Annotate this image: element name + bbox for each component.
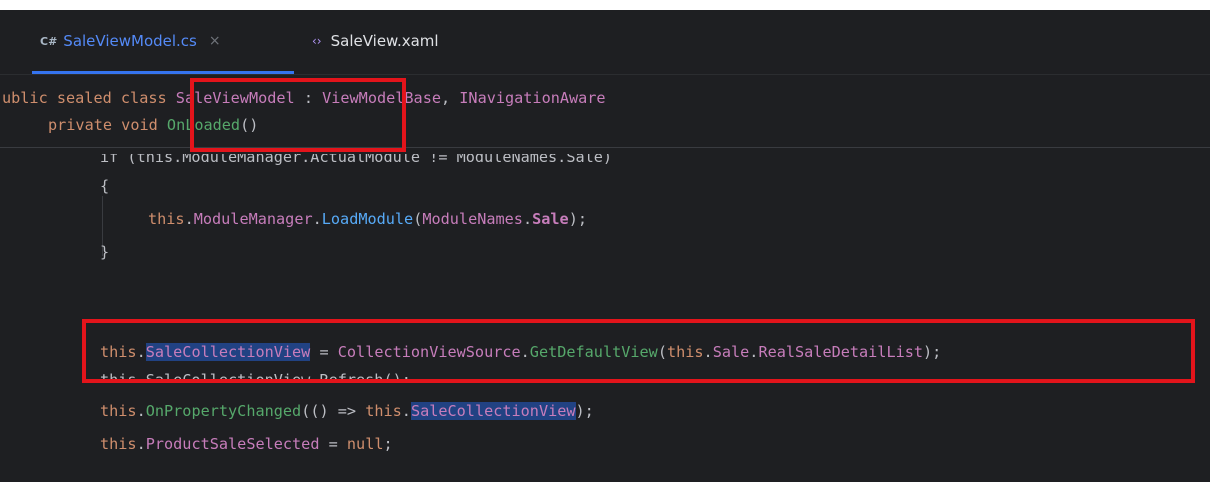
dot: . [184, 210, 194, 228]
method-name: GetDefaultView [529, 343, 658, 361]
keyword: sealed [56, 89, 112, 107]
method-name: OnLoaded [166, 116, 241, 134]
base-class-name: ViewModelBase [322, 89, 441, 107]
code-line-close-brace[interactable]: } [100, 243, 109, 261]
paren: ( [413, 210, 423, 228]
code-line-open-brace[interactable]: { [100, 177, 109, 195]
keyword: cl [120, 89, 140, 107]
argument-member: Sale [532, 210, 569, 228]
csharp-file-icon: C# [40, 35, 58, 48]
code-editor[interactable]: C# SaleViewModel.cs × ‹› SaleView.xaml u… [0, 10, 1210, 482]
sticky-line-method-declaration[interactable]: private void OnLoaded() [48, 116, 258, 134]
code-line-property-changed[interactable]: this.OnPropertyChanged(() => this.SaleCo… [100, 402, 594, 420]
this-keyword: this [148, 210, 185, 228]
member-name: SaleCollectionView [145, 343, 311, 361]
this-keyword: this [100, 343, 137, 361]
paren: ); [568, 210, 587, 228]
keyword: ublic [2, 89, 48, 107]
this-keyword: this [666, 343, 704, 361]
dot: . [703, 343, 713, 361]
argument-member: RealSaleDetailList [758, 343, 924, 361]
dot: . [136, 435, 146, 453]
dot: . [522, 210, 533, 228]
dot: . [520, 343, 530, 361]
operator: = [310, 343, 338, 361]
argument-name: ModuleNames [422, 210, 523, 228]
this-keyword: this [100, 435, 137, 453]
xaml-file-icon: ‹› [312, 34, 322, 48]
close-icon[interactable]: × [209, 33, 221, 49]
member-name: SaleCollectionView [410, 402, 576, 420]
active-tab-indicator [32, 71, 294, 74]
parentheses: () [240, 116, 259, 134]
dot: . [136, 343, 146, 361]
dot: . [401, 402, 411, 420]
sticky-scroll-header: ublic sealed class SaleViewModel : ViewM… [0, 75, 1210, 148]
this-keyword: this [365, 402, 402, 420]
null-keyword: null [346, 435, 384, 453]
member-name: ProductSaleSelected [145, 435, 320, 453]
tab-saleviewmodel-cs[interactable]: C# SaleViewModel.cs × [32, 32, 296, 74]
semicolon: ; [383, 435, 393, 453]
interface-name: INavigationAware [459, 89, 606, 107]
keyword: ass [139, 89, 167, 107]
keyword: private [48, 116, 113, 134]
operator: = [319, 435, 347, 453]
method-name: LoadModule [321, 210, 414, 228]
keyword: voi [121, 116, 149, 134]
tab-label: SaleViewModel.cs [63, 32, 197, 50]
this-keyword: this [100, 402, 137, 420]
keyword: d [148, 116, 158, 134]
dot: . [136, 402, 146, 420]
member-name: ModuleManager [193, 210, 313, 228]
separator: , [440, 89, 460, 107]
argument-name: Sale [712, 343, 750, 361]
code-line-load-module[interactable]: this.ModuleManager.LoadModule(ModuleName… [148, 210, 587, 228]
method-name: OnPropertyChanged [145, 402, 302, 420]
lambda: (() => [301, 402, 366, 420]
tab-label: SaleView.xaml [330, 32, 439, 50]
separator: : [294, 89, 323, 107]
paren: ); [575, 402, 594, 420]
code-line-collection-view[interactable]: this.SaleCollectionView = CollectionView… [100, 343, 941, 361]
paren: ); [923, 343, 942, 361]
code-line-null-assign[interactable]: this.ProductSaleSelected = null; [100, 435, 393, 453]
sticky-line-class-declaration[interactable]: ublic sealed class SaleViewModel : ViewM… [2, 89, 606, 107]
code-line-refresh[interactable]: this.SaleCollectionView.Refresh(); [100, 371, 411, 383]
class-name: CollectionViewSource [337, 343, 521, 361]
editor-tab-bar: C# SaleViewModel.cs × ‹› SaleView.xaml [0, 10, 1210, 75]
dot: . [312, 210, 322, 228]
code-line-if-cut[interactable]: if (this.ModuleManager.ActualModule != M… [100, 154, 612, 166]
class-name: SaleViewModel [175, 89, 295, 107]
tab-saleview-xaml[interactable]: ‹› SaleView.xaml [312, 32, 492, 74]
paren: ( [657, 343, 667, 361]
